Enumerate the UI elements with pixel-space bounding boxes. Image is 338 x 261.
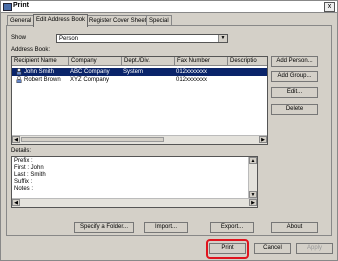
- scroll-left-icon[interactable]: ◀: [12, 136, 20, 143]
- import-button[interactable]: Import...: [144, 222, 188, 233]
- tab-edit-address-book[interactable]: Edit Address Book: [33, 14, 89, 27]
- edit-button[interactable]: Edit...: [271, 87, 318, 98]
- horizontal-scrollbar[interactable]: ◀ ▶: [12, 135, 267, 144]
- print-dialog: Print x General Edit Address Book Regist…: [0, 0, 338, 261]
- add-person-button[interactable]: Add Person...: [271, 56, 318, 67]
- close-button[interactable]: x: [324, 2, 335, 12]
- detail-line: Last : Smith: [14, 172, 46, 178]
- window-title: Print: [13, 2, 29, 9]
- details-horizontal-scrollbar[interactable]: ◀ ▶: [12, 198, 257, 207]
- vertical-scrollbar[interactable]: ▲ ▼: [248, 157, 257, 199]
- cancel-button[interactable]: Cancel: [254, 243, 291, 254]
- column-header-dept[interactable]: Dept./Div.: [122, 57, 175, 66]
- chevron-down-icon[interactable]: ▼: [218, 35, 227, 42]
- detail-line: Prefix :: [14, 158, 33, 164]
- column-header-fax[interactable]: Fax Number: [175, 57, 228, 66]
- scroll-up-icon[interactable]: ▲: [249, 157, 257, 164]
- recipient-name: John Smith: [24, 69, 55, 75]
- person-icon: [16, 76, 22, 83]
- show-value: Person: [59, 36, 79, 42]
- detail-line: Notes :: [14, 186, 34, 192]
- address-book-label: Address Book:: [11, 47, 51, 53]
- scroll-left-icon[interactable]: ◀: [12, 199, 20, 206]
- detail-line: Suffix :: [14, 179, 33, 185]
- table-row[interactable]: John Smith ABC Company System 012xxxxxxx: [12, 68, 267, 76]
- scroll-thumb[interactable]: [21, 137, 164, 142]
- column-header-company[interactable]: Company: [69, 57, 122, 66]
- show-label: Show: [11, 35, 27, 41]
- detail-line: First : John: [14, 165, 44, 171]
- show-dropdown[interactable]: Person ▼: [56, 34, 228, 43]
- address-list[interactable]: Recipient Name Company Dept./Div. Fax Nu…: [11, 56, 268, 145]
- details-label: Details:: [11, 148, 32, 154]
- scroll-right-icon[interactable]: ▶: [249, 199, 257, 206]
- company: ABC Company: [70, 69, 110, 75]
- scroll-down-icon[interactable]: ▼: [249, 191, 257, 198]
- add-group-button[interactable]: Add Group...: [271, 71, 318, 82]
- scroll-right-icon[interactable]: ▶: [259, 136, 267, 143]
- person-icon: [16, 68, 22, 75]
- table-row[interactable]: Robert Brown XYZ Company 012xxxxxxx: [12, 76, 267, 84]
- fax-number: 012xxxxxxx: [176, 77, 208, 83]
- details-box[interactable]: Prefix : First : John Last : Smith Suffi…: [11, 156, 258, 208]
- column-header-description[interactable]: Descriptio: [228, 57, 267, 66]
- title-bar: Print x: [1, 1, 337, 13]
- printer-icon: [3, 3, 12, 11]
- specify-folder-button[interactable]: Specify a Folder...: [74, 222, 134, 233]
- print-button[interactable]: Print: [209, 243, 246, 254]
- fax-number: 012xxxxxxx: [176, 69, 208, 75]
- apply-button[interactable]: Apply: [296, 243, 333, 254]
- recipient-name: Robert Brown: [24, 77, 61, 83]
- dept: System: [123, 69, 144, 75]
- delete-button[interactable]: Delete: [271, 104, 318, 115]
- export-button[interactable]: Export...: [210, 222, 254, 233]
- company: XYZ Company: [70, 77, 110, 83]
- about-button[interactable]: About: [271, 222, 318, 233]
- column-header-recipient[interactable]: Recipient Name: [12, 57, 69, 66]
